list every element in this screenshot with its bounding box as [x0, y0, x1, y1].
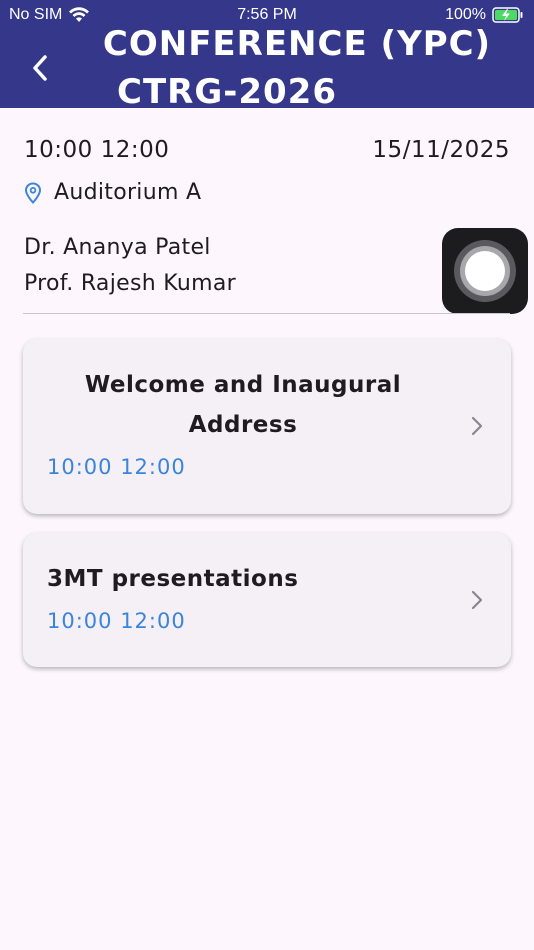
agenda-item-title: 3MT presentations: [47, 566, 299, 592]
battery-group: 100%: [445, 6, 524, 24]
battery-percent: 100%: [445, 6, 486, 23]
session-time: 10:00 12:00: [24, 137, 170, 163]
section-divider: [23, 313, 510, 314]
chevron-right-icon: [471, 416, 483, 436]
app-header: No SIM 7:56 PM 100% CONFERENCE (YPC) CTR…: [0, 0, 534, 108]
speaker-name: Dr. Ananya Patel: [24, 235, 211, 260]
agenda-item-card[interactable]: 3MT presentations 10:00 12:00: [23, 533, 511, 667]
session-date: 15/11/2025: [372, 137, 510, 163]
agenda-item-title: Welcome and Inaugural Address: [84, 372, 402, 438]
agenda-item-time: 10:00 12:00: [47, 609, 186, 633]
agenda-item-time: 10:00 12:00: [47, 455, 186, 479]
speaker-list: Dr. Ananya Patel Prof. Rajesh Kumar: [24, 230, 236, 302]
assistive-touch-icon: [454, 240, 516, 302]
speaker-name: Prof. Rajesh Kumar: [24, 271, 236, 296]
assistive-touch-button[interactable]: [442, 228, 528, 314]
location-label: Auditorium A: [54, 180, 202, 205]
agenda-item-card[interactable]: Welcome and Inaugural Address 10:00 12:0…: [23, 339, 511, 514]
location-pin-icon: [24, 181, 42, 204]
session-location: Auditorium A: [24, 180, 201, 205]
page-title-line2: CTRG-2026: [117, 72, 337, 108]
chevron-right-icon: [471, 590, 483, 610]
battery-charging-icon: [492, 7, 523, 23]
page-title-line1: CONFERENCE (YPC): [102, 24, 492, 64]
